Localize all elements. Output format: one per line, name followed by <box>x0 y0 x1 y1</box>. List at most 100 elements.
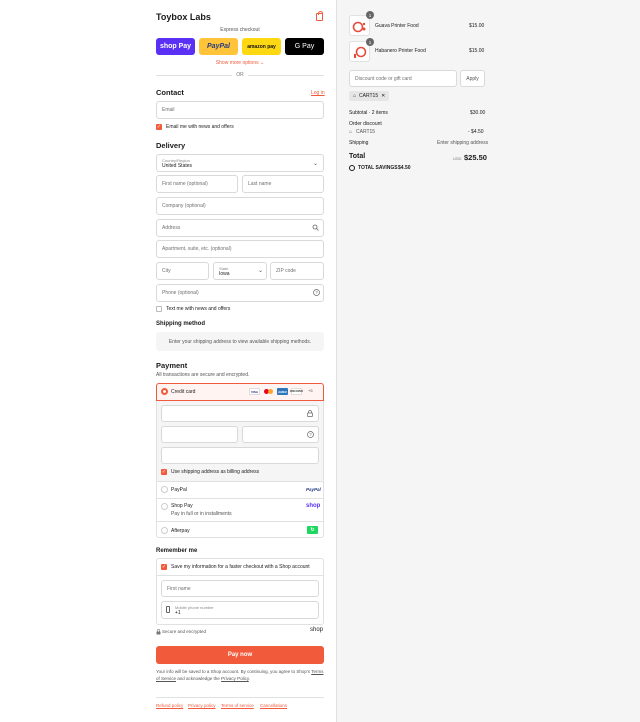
last-name-field[interactable]: Last name <box>242 175 324 193</box>
text-news-checkbox[interactable] <box>156 306 162 312</box>
save-info-checkbox[interactable]: ✓ <box>161 564 167 570</box>
total-value: $25.50 <box>464 153 487 162</box>
remember-first-name-field[interactable]: First name <box>161 580 319 597</box>
address-field[interactable]: Address <box>156 219 324 237</box>
shop-pay-radio[interactable] <box>161 503 168 510</box>
help-icon[interactable]: ? <box>313 289 320 296</box>
discount-code-field[interactable]: Discount code or gift card <box>349 70 457 87</box>
brand-logo[interactable]: Toybox Labs <box>156 12 211 22</box>
lock-icon <box>307 410 313 417</box>
contact-heading: Contact <box>156 88 184 97</box>
guava-product-icon <box>352 21 365 32</box>
total-label: Total <box>349 153 366 160</box>
currency-label: USD <box>453 156 462 161</box>
pay-now-button[interactable]: Pay now <box>156 646 324 664</box>
chevron-down-icon: ⌄ <box>260 60 265 66</box>
afterpay-label: Afterpay <box>171 528 190 534</box>
apartment-placeholder: Apartment, suite, etc. (optional) <box>162 246 232 252</box>
terms-text-part1: Your info will be saved to a Shop accoun… <box>156 669 311 674</box>
show-more-options-label: Show more options <box>215 60 259 66</box>
subtotal-value: $30.00 <box>470 110 486 116</box>
afterpay-logo-icon: ↻ <box>307 526 318 534</box>
google-pay-button[interactable]: G Pay <box>285 38 324 55</box>
country-select[interactable]: Country/Region United States <box>156 154 324 172</box>
divider <box>156 697 324 698</box>
terms-text-part2: and acknowledge the <box>177 676 220 681</box>
svg-text:?: ? <box>309 432 312 437</box>
email-field[interactable]: Email <box>156 101 324 119</box>
shipping-method-message: Enter your shipping address to view avai… <box>156 332 324 351</box>
apply-button[interactable]: Apply <box>460 70 485 87</box>
country-value: United States <box>162 162 193 169</box>
order-summary <box>337 0 640 722</box>
applied-discount-chip: ⌂ CART15 ✕ <box>349 91 390 101</box>
shipping-label: Shipping <box>349 140 369 146</box>
or-label: OR <box>232 72 248 78</box>
checkout-main: Toybox Labs Express checkout shop Pay Pa… <box>0 0 337 722</box>
name-on-card-field[interactable] <box>161 447 319 464</box>
mastercard-icon <box>263 388 275 395</box>
zip-field[interactable]: ZIP code <box>270 262 324 280</box>
shop-logo-icon: shop <box>310 627 324 633</box>
company-field[interactable]: Company (optional) <box>156 197 324 215</box>
savings-tag-icon <box>349 165 355 171</box>
billing-address-checkbox[interactable]: ✓ <box>161 469 167 475</box>
amex-icon: AMEX <box>277 388 288 395</box>
lock-icon <box>156 629 161 635</box>
total-savings-label: TOTAL SAVINGS <box>358 165 398 171</box>
shop-pay-subtitle: Pay in full or in installments <box>171 511 232 517</box>
card-number-field[interactable] <box>161 405 319 422</box>
log-in-link[interactable]: Log in <box>311 90 325 96</box>
close-icon[interactable]: ✕ <box>381 93 385 99</box>
refund-policy-link[interactable]: Refund policy <box>156 703 183 708</box>
last-name-placeholder: Last name <box>248 181 272 187</box>
shop-pay-logo-icon: shop <box>306 503 321 509</box>
divider <box>156 521 324 522</box>
mobile-phone-icon <box>166 606 170 613</box>
privacy-policy-footer-link[interactable]: Privacy policy <box>188 703 216 708</box>
mobile-value: +1 <box>175 609 181 616</box>
address-placeholder: Address <box>162 225 181 231</box>
tag-icon: ⌂ <box>353 93 357 99</box>
more-cards-label: +5 <box>308 388 313 393</box>
shopping-bag-icon[interactable] <box>316 11 323 21</box>
save-info-label: Save my information for a faster checkou… <box>171 564 310 570</box>
total-savings-value: $4.50 <box>398 165 411 171</box>
cart-item-price: $15.00 <box>469 23 485 29</box>
city-field[interactable]: City <box>156 262 209 280</box>
visa-icon: VISA <box>249 388 260 395</box>
help-icon[interactable]: ? <box>307 431 314 438</box>
terms-text-end: . <box>248 676 251 681</box>
mobile-label: Mobile phone number <box>175 604 214 610</box>
phone-placeholder: Phone (optional) <box>162 290 199 296</box>
show-more-options-link[interactable]: Show more options ⌄ <box>156 60 324 66</box>
city-placeholder: City <box>162 268 171 274</box>
apartment-field[interactable]: Apartment, suite, etc. (optional) <box>156 240 324 258</box>
mobile-phone-field[interactable]: Mobile phone number +1 <box>161 601 319 619</box>
chevron-down-icon: ⌄ <box>258 268 264 274</box>
expiration-date-field[interactable] <box>161 426 238 443</box>
remember-me-heading: Remember me <box>156 548 198 554</box>
shipping-value: Enter shipping address <box>437 140 489 146</box>
first-name-field[interactable]: First name (optional) <box>156 175 238 193</box>
shop-terms-text: Your info will be saved to a Shop accoun… <box>156 668 326 682</box>
privacy-policy-link[interactable]: Privacy Policy <box>221 676 249 681</box>
quantity-badge: 1 <box>366 38 374 46</box>
amazon-pay-button[interactable]: amazon pay <box>242 38 281 55</box>
cancellations-link[interactable]: Cancellations <box>260 703 287 708</box>
shipping-method-heading: Shipping method <box>156 321 205 327</box>
email-news-checkbox[interactable]: ✓ <box>156 124 162 130</box>
express-checkout-title: Express checkout <box>220 27 260 33</box>
discover-icon: DISCOVER <box>289 388 304 395</box>
first-name-placeholder: First name (optional) <box>162 181 208 187</box>
paypal-button[interactable]: PayPal <box>199 38 238 55</box>
shop-pay-button[interactable]: shop Pay <box>156 38 195 55</box>
phone-field[interactable]: Phone (optional) <box>156 284 324 302</box>
afterpay-radio[interactable] <box>161 527 168 534</box>
email-placeholder: Email <box>162 107 175 113</box>
zip-placeholder: ZIP code <box>276 268 296 274</box>
chevron-down-icon: ⌄ <box>313 161 319 167</box>
paypal-radio[interactable] <box>161 486 168 493</box>
terms-of-service-footer-link[interactable]: Terms of service <box>221 703 254 708</box>
credit-card-radio[interactable] <box>161 388 168 395</box>
